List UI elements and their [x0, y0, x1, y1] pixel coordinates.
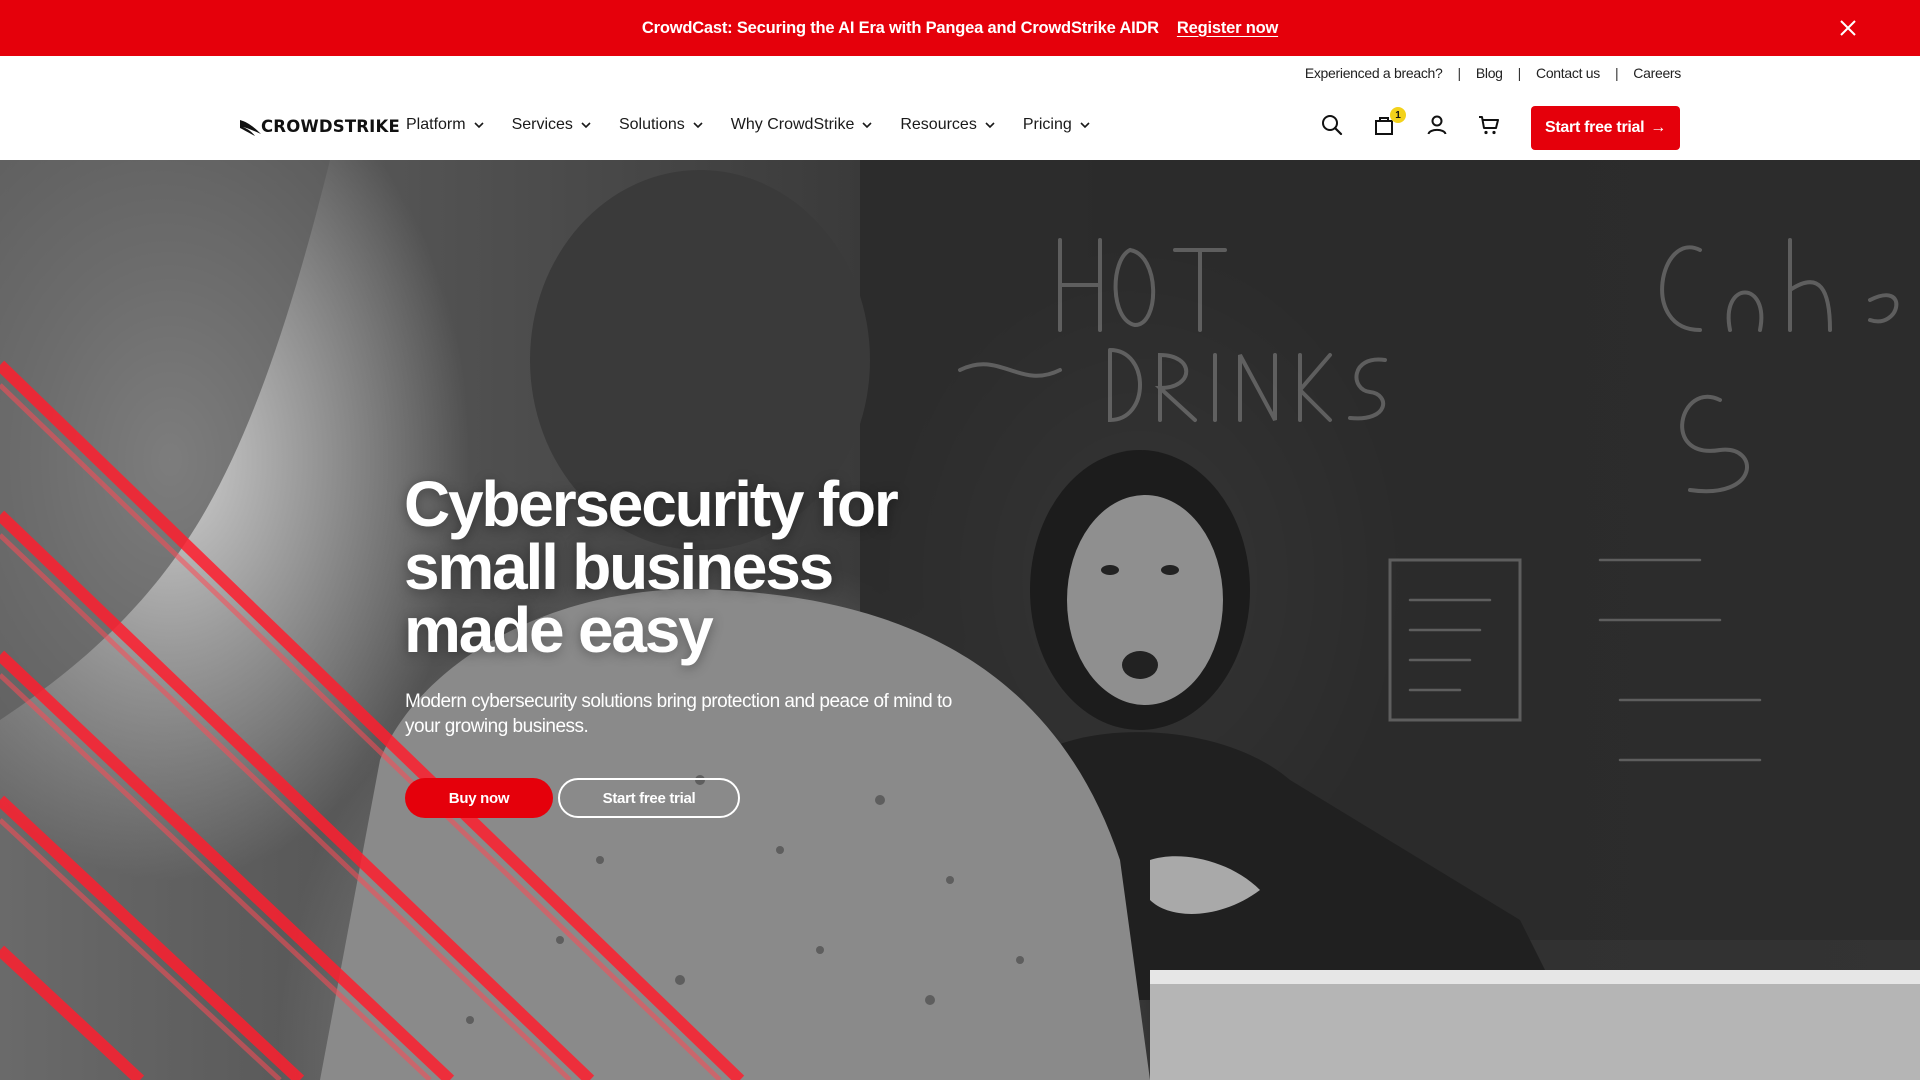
- bag-count-badge: 1: [1390, 107, 1406, 123]
- utility-links: Experienced a breach? | Blog | Contact u…: [1305, 56, 1681, 90]
- arrow-right-icon: →: [1650, 119, 1666, 136]
- divider: |: [1457, 65, 1462, 81]
- chevron-down-icon: [985, 122, 995, 129]
- chevron-down-icon: [474, 122, 484, 129]
- register-now-link[interactable]: Register now: [1177, 19, 1278, 38]
- chevron-down-icon: [693, 122, 703, 129]
- buy-now-button[interactable]: Buy now: [405, 778, 553, 818]
- search-icon[interactable]: [1320, 113, 1346, 139]
- chevron-down-icon: [1080, 122, 1090, 129]
- shopping-bag-icon[interactable]: 1: [1372, 107, 1406, 139]
- chevron-down-icon: [862, 122, 872, 129]
- menu-label: Why CrowdStrike: [730, 116, 855, 133]
- crowdstrike-logo[interactable]: CROWDSTRIKE: [239, 114, 400, 138]
- hero-title: Cybersecurity for small business made ea…: [404, 468, 899, 666]
- hero-subtitle: Modern cybersecurity solutions bring pro…: [405, 691, 952, 737]
- menu-services[interactable]: Services: [512, 116, 591, 134]
- menu-label: Platform: [406, 116, 466, 133]
- utility-link-careers[interactable]: Careers: [1633, 65, 1681, 81]
- menu-solutions[interactable]: Solutions: [619, 116, 703, 134]
- close-icon[interactable]: [1838, 18, 1858, 38]
- divider: |: [1517, 65, 1522, 81]
- menu-label: Services: [511, 116, 573, 133]
- menu-label: Pricing: [1022, 116, 1072, 133]
- falcon-logo-icon: [240, 120, 261, 136]
- cta-label: Start free trial: [1545, 119, 1645, 136]
- menu-resources[interactable]: Resources: [900, 116, 995, 134]
- start-free-trial-button[interactable]: Start free trial →: [1531, 106, 1680, 150]
- menu-platform[interactable]: Platform: [406, 116, 484, 134]
- logo-text: CROWDSTRIKE: [261, 116, 400, 136]
- chevron-down-icon: [581, 122, 591, 129]
- announcement-bar: CrowdCast: Securing the AI Era with Pang…: [0, 0, 1920, 56]
- menu-pricing[interactable]: Pricing: [1023, 116, 1090, 134]
- announcement-text: CrowdCast: Securing the AI Era with Pang…: [641, 18, 1159, 37]
- cart-icon[interactable]: [1477, 113, 1503, 139]
- hero-start-free-trial-button[interactable]: Start free trial: [558, 778, 740, 818]
- menu-label: Resources: [900, 116, 977, 133]
- menu-label: Solutions: [618, 116, 685, 133]
- hero-section: Cybersecurity for small business made ea…: [0, 160, 1920, 1080]
- utility-link-contact[interactable]: Contact us: [1536, 65, 1600, 81]
- utility-link-blog[interactable]: Blog: [1476, 65, 1503, 81]
- utility-link-breach[interactable]: Experienced a breach?: [1305, 65, 1443, 81]
- primary-menu: Platform Services Solutions Why CrowdStr…: [406, 90, 1090, 160]
- menu-why-crowdstrike[interactable]: Why CrowdStrike: [731, 116, 873, 134]
- user-icon[interactable]: [1425, 113, 1451, 139]
- divider: |: [1614, 65, 1619, 81]
